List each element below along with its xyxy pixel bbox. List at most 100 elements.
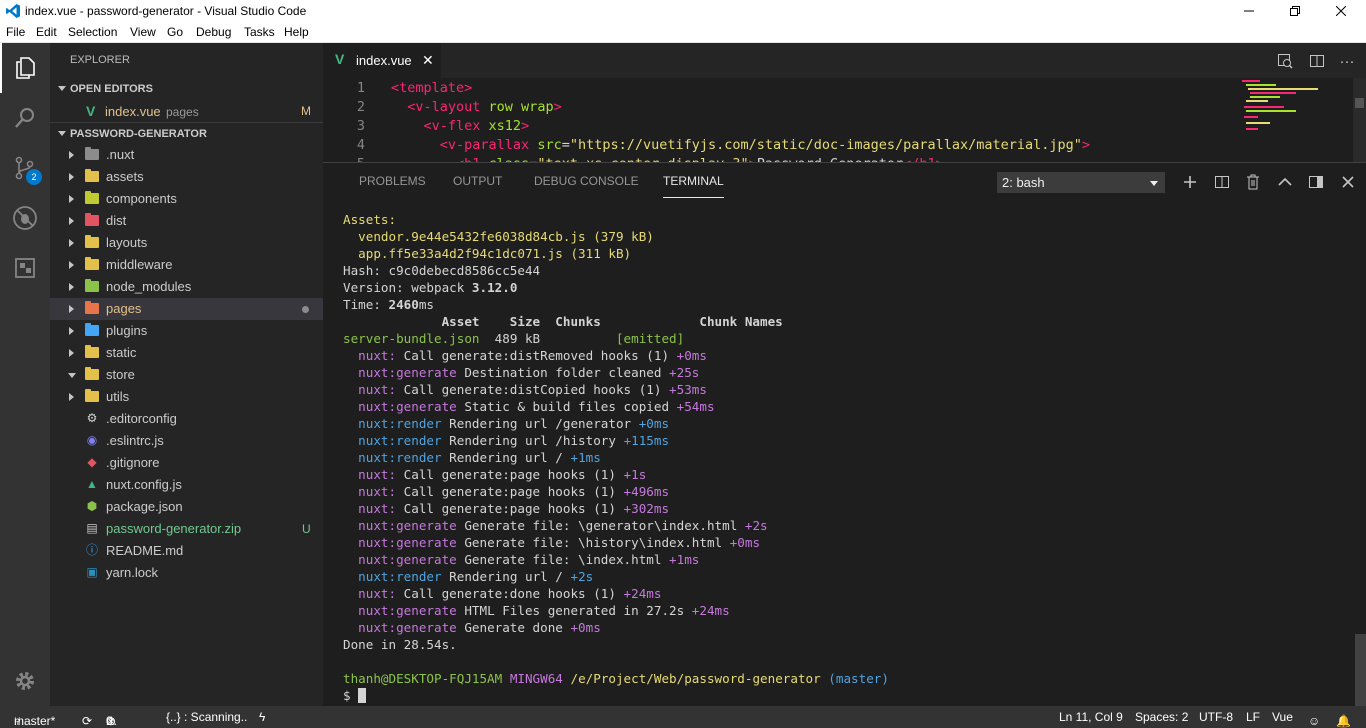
debug-icon (13, 206, 37, 230)
file-icon: ⚙ (86, 411, 98, 425)
minimap[interactable] (1240, 78, 1350, 162)
vue-file-icon: V (335, 51, 345, 67)
tab-debug-console[interactable]: DEBUG CONSOLE (534, 174, 639, 188)
tree-item-plugins[interactable]: plugins (50, 320, 323, 342)
menu-edit[interactable]: Edit (36, 25, 57, 39)
explorer-header: EXPLORER (70, 54, 130, 66)
folder-icon (85, 147, 99, 160)
terminal-line: nuxt:render Rendering url /generator +0m… (343, 416, 670, 431)
tree-item-assets[interactable]: assets (50, 166, 323, 188)
tree-item-dist[interactable]: dist (50, 210, 323, 232)
modified-dot-icon (302, 306, 309, 313)
editor-scrollbar[interactable] (1353, 78, 1366, 162)
menu-go[interactable]: Go (167, 25, 183, 39)
close-icon (1336, 6, 1346, 16)
search-activity[interactable] (0, 93, 50, 143)
tab-output[interactable]: OUTPUT (453, 174, 502, 188)
chevron-right-icon (69, 305, 74, 313)
more-actions-button[interactable]: ··· (1338, 52, 1356, 70)
chevron-right-icon (69, 261, 74, 269)
tree-item-middleware[interactable]: middleware (50, 254, 323, 276)
open-editor-item[interactable]: V index.vue pages M (50, 100, 323, 122)
project-section[interactable]: PASSWORD-GENERATOR (50, 122, 323, 144)
code-line: <template> (391, 80, 473, 96)
terminal-line: nuxt:generate Static & build files copie… (343, 399, 715, 414)
minimize-button[interactable] (1226, 0, 1272, 22)
tree-item-pages[interactable]: pages (50, 298, 323, 320)
tab-terminal[interactable]: TERMINAL (663, 174, 724, 198)
tab-index-vue[interactable]: V index.vue ✕ (323, 43, 441, 78)
tree-item-gitignore[interactable]: ◆ .gitignore (50, 452, 323, 474)
open-editors-section[interactable]: OPEN EDITORS (50, 78, 323, 100)
terminal-line: nuxt:render Rendering url / +2s (343, 569, 594, 584)
language-status[interactable]: Vue (1272, 710, 1293, 724)
terminal-prompt[interactable]: $ (343, 687, 1343, 704)
manage-activity[interactable] (0, 656, 50, 706)
tree-item-editorconfig[interactable]: ⚙ .editorconfig (50, 408, 323, 430)
tree-item-yarn-lock[interactable]: ▣ yarn.lock (50, 562, 323, 584)
tree-item-nuxt-config-js[interactable]: ▲ nuxt.config.js (50, 474, 323, 496)
encoding-status[interactable]: UTF-8 (1199, 710, 1233, 724)
open-editor-name: index.vue (105, 104, 161, 119)
folder-icon (85, 323, 99, 336)
folder-icon (85, 345, 99, 358)
folder-icon (85, 169, 99, 182)
split-terminal-button[interactable] (1213, 173, 1231, 191)
split-editor-icon (1310, 55, 1324, 67)
git-status-untracked: U (302, 522, 311, 536)
terminal-select[interactable]: 2: bash (997, 172, 1165, 193)
eol-status[interactable]: LF (1246, 710, 1260, 724)
split-terminal-icon (1215, 176, 1229, 188)
source-control-activity[interactable] (0, 143, 50, 193)
minimize-icon (1244, 10, 1254, 12)
menu-debug[interactable]: Debug (196, 25, 231, 39)
tree-item-readme-md[interactable]: ⓘ README.md (50, 540, 323, 562)
tree-item-node-modules[interactable]: node_modules (50, 276, 323, 298)
restore-button[interactable] (1272, 0, 1318, 22)
tree-item-utils[interactable]: utils (50, 386, 323, 408)
tree-item-package-json[interactable]: ⬢ package.json (50, 496, 323, 518)
tab-label: index.vue (356, 53, 412, 68)
extensions-activity[interactable] (0, 243, 50, 293)
close-panel-button[interactable] (1339, 173, 1357, 191)
close-tab-icon[interactable]: ✕ (422, 52, 434, 69)
toggle-panel-position-button[interactable] (1307, 173, 1325, 191)
menu-file[interactable]: File (6, 25, 25, 39)
code-editor[interactable]: 1 <template> 2 <v-layout row wrap> 3 <v-fle… (323, 78, 1366, 162)
maximize-panel-button[interactable] (1276, 173, 1294, 191)
indentation-status[interactable]: Spaces: 2 (1135, 710, 1188, 724)
chevron-down-icon (58, 86, 66, 91)
debug-activity[interactable] (0, 193, 50, 243)
terminal-output[interactable]: Assets: vendor.9e44e5432fe6038d84cb.js (… (343, 211, 1343, 704)
chevron-right-icon (69, 173, 74, 181)
tab-problems[interactable]: PROBLEMS (359, 174, 426, 188)
git-status-modified: M (301, 104, 311, 118)
tree-item-label: .gitignore (106, 455, 160, 470)
tree-item-layouts[interactable]: layouts (50, 232, 323, 254)
open-changes-button[interactable] (1276, 52, 1294, 70)
tree-item-static[interactable]: static (50, 342, 323, 364)
menu-selection[interactable]: Selection (68, 25, 117, 39)
tree-item-components[interactable]: components (50, 188, 323, 210)
explorer-activity[interactable] (0, 43, 50, 93)
kill-terminal-button[interactable] (1244, 173, 1262, 191)
tree-item-eslintrc-js[interactable]: ◉ .eslintrc.js (50, 430, 323, 452)
tree-item-store[interactable]: store (50, 364, 323, 386)
menu-view[interactable]: View (130, 25, 156, 39)
bell-icon: 🔔 (1336, 714, 1351, 728)
terminal-line: nuxt:generate Generate done +0ms (343, 620, 601, 635)
split-editor-button[interactable] (1308, 52, 1326, 70)
tree-item-password-generator-zip[interactable]: ▤ password-generator.zip U (50, 518, 323, 540)
line-number: 1 (356, 80, 365, 96)
tree-item-label: static (106, 345, 137, 360)
tree-item-nuxt[interactable]: .nuxt (50, 144, 323, 166)
chevron-right-icon (69, 393, 74, 401)
scanning-status[interactable]: {..} : Scanning.. (166, 710, 247, 724)
new-terminal-button[interactable] (1181, 173, 1199, 191)
menu-help[interactable]: Help (284, 25, 309, 39)
terminal-line: vendor.9e44e5432fe6038d84cb.js (379 kB) (343, 229, 654, 244)
menu-tasks[interactable]: Tasks (244, 25, 275, 39)
terminal-scrollbar[interactable] (1355, 634, 1366, 706)
close-window-button[interactable] (1318, 0, 1364, 22)
cursor-position[interactable]: Ln 11, Col 9 (1059, 710, 1123, 724)
